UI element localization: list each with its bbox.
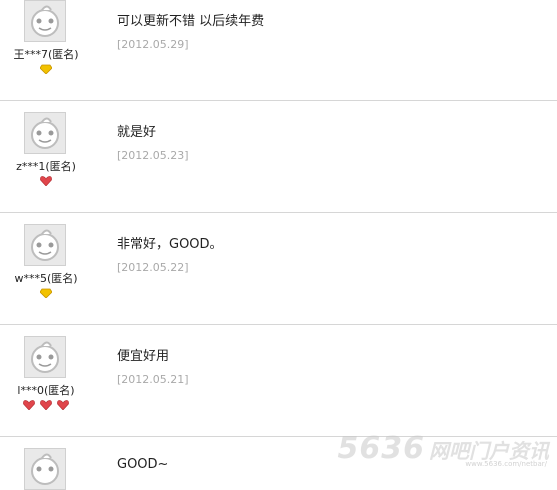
watermark-brand: 5636 xyxy=(337,431,425,466)
default-avatar-icon xyxy=(31,341,59,373)
default-avatar-icon xyxy=(31,5,59,37)
username: w***5(匿名) xyxy=(14,272,78,285)
username: 王***7(匿名) xyxy=(13,48,79,61)
review-date: [2012.05.21] xyxy=(117,373,189,386)
yellow-diamond-icon xyxy=(40,64,52,74)
red-heart-icon xyxy=(22,400,35,410)
review-date: [2012.05.22] xyxy=(117,261,189,274)
review-date: [2012.05.23] xyxy=(117,149,189,162)
review-item: l***0(匿名) 便宜好用 [2012.05.21] xyxy=(0,325,557,437)
review-comment: 就是好 xyxy=(117,125,157,140)
review-item: z***1(匿名) 就是好 [2012.05.23] xyxy=(0,101,557,213)
user-level-badges xyxy=(0,64,92,78)
review-item: w***5(匿名) 非常好，GOOD。 [2012.05.22] xyxy=(0,213,557,325)
review-list: 王***7(匿名) 可以更新不错 以后续年费 [2012.05.29] z***… xyxy=(0,0,557,490)
username: z***1(匿名) xyxy=(16,160,76,173)
yellow-diamond-icon xyxy=(40,288,52,298)
default-avatar-icon xyxy=(31,117,59,149)
red-heart-icon xyxy=(40,400,52,410)
avatar xyxy=(24,224,66,266)
red-heart-icon xyxy=(57,400,70,410)
avatar xyxy=(24,112,66,154)
username: l***0(匿名) xyxy=(17,384,75,397)
review-comment: 非常好，GOOD。 xyxy=(117,237,223,252)
avatar xyxy=(24,0,66,42)
default-avatar-icon xyxy=(31,229,59,261)
review-comment: 便宜好用 xyxy=(117,349,170,364)
review-comment: GOOD~ xyxy=(117,457,169,472)
avatar xyxy=(24,336,66,378)
red-heart-icon xyxy=(40,176,52,186)
user-level-badges xyxy=(0,176,92,190)
avatar xyxy=(24,448,66,490)
user-level-badges xyxy=(0,288,92,302)
review-item: 王***7(匿名) 可以更新不错 以后续年费 [2012.05.29] xyxy=(0,0,557,101)
user-level-badges xyxy=(0,400,92,414)
site-watermark: 5636 网吧门户资讯 www.5636.com/netbar/ xyxy=(337,431,550,468)
review-date: [2012.05.29] xyxy=(117,38,189,51)
watermark-url: www.5636.com/netbar/ xyxy=(465,460,547,468)
review-comment: 可以更新不错 以后续年费 xyxy=(117,14,265,29)
default-avatar-icon xyxy=(31,453,59,485)
